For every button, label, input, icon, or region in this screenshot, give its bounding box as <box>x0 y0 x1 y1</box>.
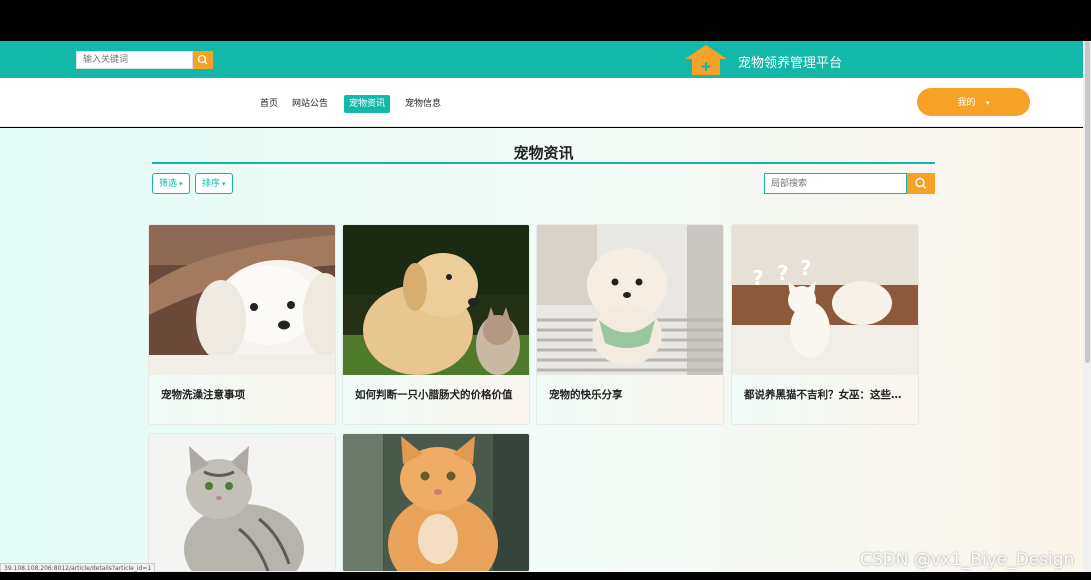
search-icon <box>915 177 927 189</box>
site-title: 宠物领养管理平台 <box>738 56 843 71</box>
article-card[interactable] <box>148 433 336 572</box>
house-logo-icon <box>685 45 727 75</box>
white-puppy-photo <box>149 225 335 375</box>
nav-item-announcements[interactable]: 网站公告 <box>292 95 328 113</box>
watermark: CSDN @vx1_Biye_Design <box>860 550 1075 570</box>
search-button[interactable] <box>193 51 213 69</box>
nav-item-pet-info[interactable]: 宠物信息 <box>405 95 441 113</box>
sort-button[interactable]: 排序 ▾ <box>195 173 233 194</box>
card-title: 宠物的快乐分享 <box>549 389 623 401</box>
article-card[interactable]: 如何判断一只小腊肠犬的价格价值 <box>342 224 530 425</box>
search-input[interactable] <box>76 51 193 69</box>
orange-kitten-photo <box>343 434 529 571</box>
pomeranian-photo <box>537 225 723 375</box>
card-title: 宠物洗澡注意事项 <box>161 389 245 401</box>
svg-text:?: ? <box>777 261 789 285</box>
puppy-and-kitten-photo <box>343 225 529 375</box>
local-search-button[interactable] <box>907 173 935 194</box>
svg-text:?: ? <box>752 266 764 290</box>
screen-bottom-border <box>0 572 1091 580</box>
article-card[interactable]: 宠物的快乐分享 <box>536 224 724 425</box>
local-search-input[interactable] <box>764 173 907 194</box>
search-icon <box>197 54 208 65</box>
filter-label: 筛选 <box>159 178 178 188</box>
article-card[interactable]: 宠物洗澡注意事项 <box>148 224 336 425</box>
my-account-label: 我的 <box>957 97 976 107</box>
nav-item-pet-news[interactable]: 宠物资讯 <box>344 95 391 113</box>
nav-item-home[interactable]: 首页 <box>260 95 278 113</box>
sort-label: 排序 <box>202 178 221 188</box>
article-card[interactable]: ? ? ? 都说养黑猫不吉利？女巫：这些… <box>731 224 919 425</box>
chevron-down-icon: ▾ <box>222 181 226 188</box>
screen-top-border <box>0 0 1091 41</box>
tabby-cat-photo <box>149 434 335 571</box>
chevron-down-icon: ▾ <box>179 181 183 188</box>
filter-button[interactable]: 筛选 ▾ <box>152 173 190 194</box>
card-title: 都说养黑猫不吉利？女巫：这些… <box>744 389 902 401</box>
article-card[interactable] <box>342 433 530 572</box>
page-title: 宠物资讯 <box>513 144 574 162</box>
scrollbar-thumb[interactable] <box>1085 41 1090 363</box>
svg-text:?: ? <box>800 256 812 280</box>
card-title: 如何判断一只小腊肠犬的价格价值 <box>355 389 513 401</box>
my-account-button[interactable]: 我的 ▾ <box>917 88 1030 116</box>
chevron-down-icon: ▾ <box>986 100 990 107</box>
white-cat-question-marks-photo: ? ? ? <box>732 225 918 375</box>
title-divider <box>152 162 935 164</box>
header-search <box>76 51 213 69</box>
